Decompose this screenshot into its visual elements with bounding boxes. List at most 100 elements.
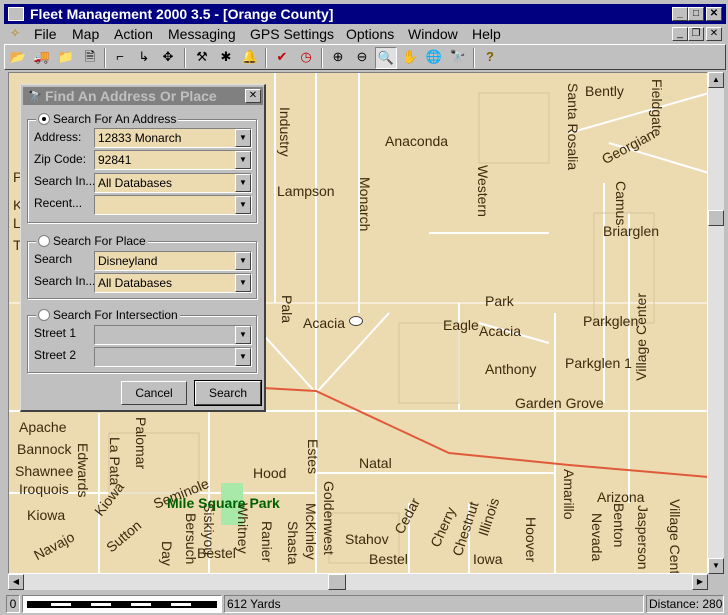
street2-combo[interactable]: ▼	[94, 347, 252, 367]
toolbar: 📂 🚚 📁 🗎 ⌐ ↳ ✥ ⚒ ✱ 🔔 ✔ ◷ ⊕ ⊖ 🔍 ✋ 🌐 🔭 ?	[4, 44, 726, 70]
search-in-combo[interactable]: All Databases ▼	[94, 173, 252, 193]
place-search-value: Disneyland	[98, 254, 158, 268]
main-window: Fleet Management 2000 3.5 - [Orange Coun…	[0, 0, 728, 615]
mdi-close-button[interactable]: ✕	[706, 27, 722, 41]
help-icon[interactable]: ?	[479, 47, 501, 69]
map-label: Ranier	[259, 521, 275, 563]
map-label: Acacia	[303, 315, 346, 331]
zoom-out-icon[interactable]: ⊖	[351, 47, 373, 69]
horizontal-scroll-thumb[interactable]	[328, 574, 346, 590]
menu-file[interactable]: File	[34, 24, 57, 44]
map-label: Bently	[585, 83, 624, 99]
address-combo[interactable]: 12833 Monarch ▼	[94, 128, 252, 148]
close-button[interactable]: ✕	[706, 7, 722, 21]
chevron-down-icon[interactable]: ▼	[235, 196, 251, 214]
chevron-down-icon[interactable]: ▼	[235, 326, 251, 344]
dialog-title-bar[interactable]: 🔭 Find An Address Or Place ✕	[23, 87, 263, 105]
mdi-child-icon[interactable]: ✧	[10, 26, 24, 40]
map-label: Natal	[359, 455, 392, 471]
check-icon[interactable]: ✔	[271, 47, 293, 69]
place-radio[interactable]	[38, 235, 50, 247]
open-folder-icon[interactable]: 📂	[7, 47, 29, 69]
map-label: Bestel	[369, 551, 408, 567]
map-label: Shasta	[285, 521, 301, 565]
cancel-button[interactable]: Cancel	[121, 381, 187, 405]
menu-help[interactable]: Help	[472, 24, 501, 44]
toolbar-separator	[265, 48, 267, 68]
chevron-down-icon[interactable]: ▼	[235, 348, 251, 366]
menu-messaging[interactable]: Messaging	[168, 24, 236, 44]
path-icon[interactable]: ↳	[133, 47, 155, 69]
menu-options[interactable]: Options	[346, 24, 394, 44]
address-group: Search For An Address Address: 12833 Mon…	[27, 112, 257, 223]
chevron-down-icon[interactable]: ▼	[235, 151, 251, 169]
map-label: Parkglen 1	[565, 355, 632, 371]
maximize-button[interactable]: □	[688, 7, 704, 21]
hand-icon[interactable]: ✋	[399, 47, 421, 69]
address-group-header[interactable]: Search For An Address	[36, 112, 179, 126]
map-label: Garden Grove	[515, 395, 604, 411]
map-label: Pala	[279, 295, 295, 324]
menu-gps-settings[interactable]: GPS Settings	[250, 24, 334, 44]
menu-action[interactable]: Action	[114, 24, 153, 44]
intersection-group-header[interactable]: Search For Intersection	[36, 308, 180, 322]
map-label: Arizona	[597, 489, 645, 505]
zip-combo[interactable]: 92841 ▼	[94, 150, 252, 170]
toolbar-separator	[321, 48, 323, 68]
address-radio[interactable]	[38, 113, 50, 125]
place-search-in-combo[interactable]: All Databases ▼	[94, 273, 252, 293]
scroll-up-icon[interactable]: ▲	[708, 72, 724, 88]
map-label: Eagle	[443, 317, 479, 333]
place-group-header[interactable]: Search For Place	[36, 234, 148, 248]
document-icon[interactable]: 🗎	[79, 47, 101, 69]
map-label: Amarillo	[561, 469, 577, 520]
vertical-scrollbar[interactable]: ▲ ▼	[708, 72, 724, 574]
map-label: Western	[475, 165, 491, 217]
scroll-right-icon[interactable]: ▶	[692, 574, 708, 590]
scroll-down-icon[interactable]: ▼	[708, 558, 724, 574]
chevron-down-icon[interactable]: ▼	[235, 174, 251, 192]
chevron-down-icon[interactable]: ▼	[235, 129, 251, 147]
map-label: Palomar	[133, 417, 149, 470]
street1-combo[interactable]: ▼	[94, 325, 252, 345]
chevron-down-icon[interactable]: ▼	[235, 274, 251, 292]
menu-bar: ✧ File Map Action Messaging GPS Settings…	[4, 24, 726, 44]
mdi-minimize-button[interactable]: _	[672, 27, 688, 41]
mdi-restore-button[interactable]: ❐	[688, 27, 704, 41]
map-label: Bannock	[17, 441, 72, 457]
vertical-scroll-thumb[interactable]	[708, 210, 724, 226]
zip-value: 92841	[98, 153, 132, 167]
intersection-radio[interactable]	[38, 309, 50, 321]
open-file-icon[interactable]: 📁	[55, 47, 77, 69]
map-label: Nevada	[589, 513, 605, 562]
chevron-down-icon[interactable]: ▼	[235, 252, 251, 270]
menu-window[interactable]: Window	[408, 24, 458, 44]
vehicle-marker-icon[interactable]	[349, 316, 363, 326]
magnify-icon[interactable]: 🔍	[375, 47, 397, 69]
search-button[interactable]: Search	[194, 380, 262, 406]
bell-icon[interactable]: 🔔	[239, 47, 261, 69]
gear-icon[interactable]: ✱	[215, 47, 237, 69]
scroll-left-icon[interactable]: ◀	[8, 574, 24, 590]
map-label: Parkglen	[583, 313, 639, 329]
minimize-button[interactable]: _	[672, 7, 688, 21]
vehicle-icon[interactable]: 🚚	[31, 47, 53, 69]
crosshair-icon[interactable]: ✥	[157, 47, 179, 69]
map-label: Hoover	[523, 517, 539, 563]
tools-icon[interactable]: ⚒	[191, 47, 213, 69]
binoculars-icon[interactable]: 🔭	[447, 47, 469, 69]
horizontal-scrollbar[interactable]: ◀ ▶	[8, 574, 708, 590]
menu-map[interactable]: Map	[72, 24, 99, 44]
toolbar-separator	[104, 48, 106, 68]
globe-icon[interactable]: 🌐	[423, 47, 445, 69]
map-label: Hood	[253, 465, 287, 481]
map-label: Anaconda	[385, 133, 449, 149]
clock-icon[interactable]: ◷	[295, 47, 317, 69]
map-label: Edwards	[75, 443, 91, 498]
route-icon[interactable]: ⌐	[109, 47, 131, 69]
map-label: Santa Rosalia	[565, 83, 581, 171]
place-search-combo[interactable]: Disneyland ▼	[94, 251, 252, 271]
dialog-close-button[interactable]: ✕	[245, 89, 261, 103]
recent-combo[interactable]: ▼	[94, 195, 252, 215]
zoom-in-icon[interactable]: ⊕	[327, 47, 349, 69]
